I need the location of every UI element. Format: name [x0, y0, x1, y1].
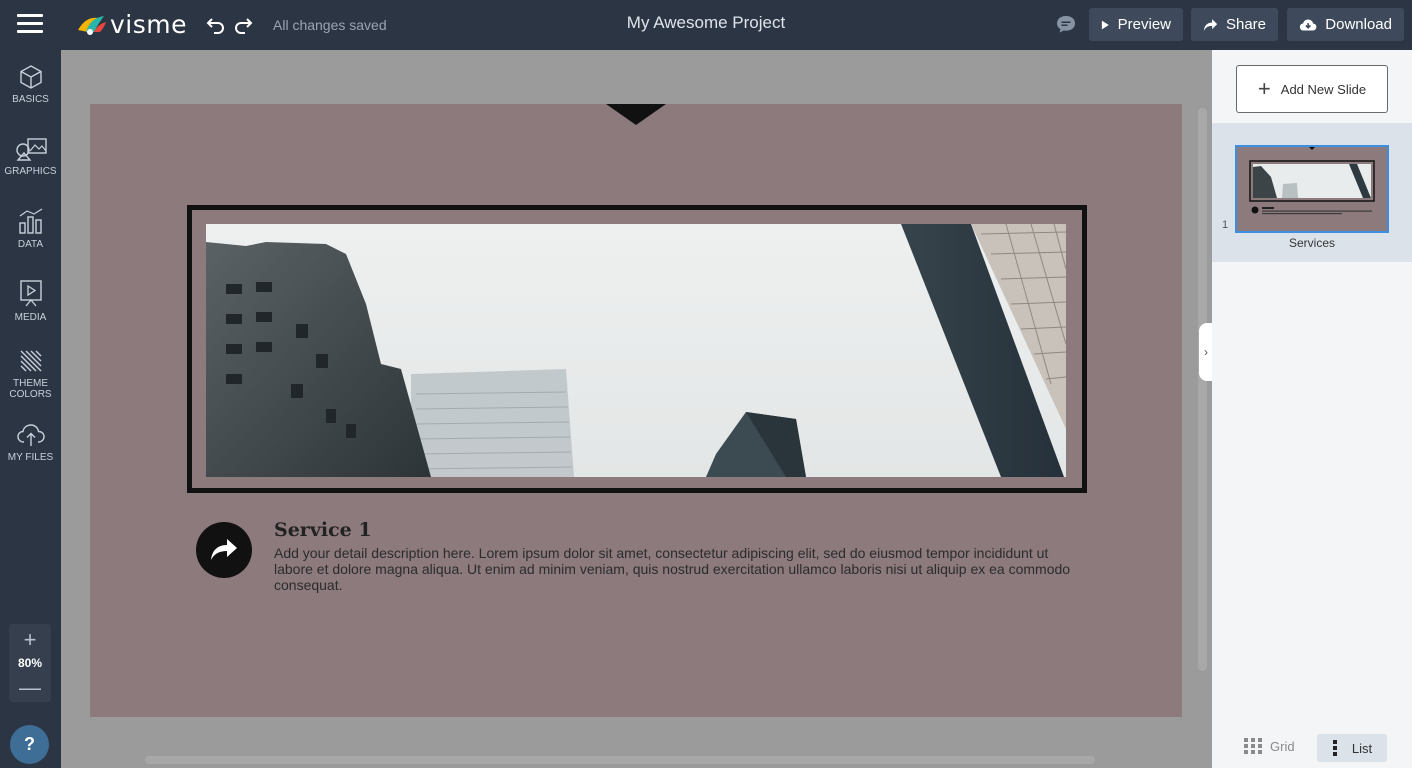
preview-button[interactable]: Preview: [1089, 8, 1183, 41]
sidebar-label-data: DATA: [17, 239, 44, 250]
zoom-out-button[interactable]: —: [9, 676, 51, 700]
slide-thumbnail[interactable]: [1235, 145, 1389, 233]
media-play-icon: [19, 280, 42, 307]
add-new-slide-button[interactable]: + Add New Slide: [1236, 65, 1388, 113]
sidebar-label-graphics: GRAPHICS: [4, 166, 57, 177]
share-button[interactable]: Share: [1191, 8, 1278, 41]
theme-colors-icon: [20, 350, 41, 372]
canvas-area: Service 1 Add your detail description he…: [61, 50, 1213, 768]
slide-thumbnail-item[interactable]: 1 Services: [1212, 123, 1412, 262]
top-bar: visme All changes saved My Awesome Proje…: [0, 0, 1412, 50]
sidebar-item-my-files[interactable]: MY FILES: [0, 422, 61, 463]
play-icon: [1101, 20, 1109, 29]
share-arrow-icon: [1203, 18, 1218, 31]
comment-icon[interactable]: [1055, 13, 1077, 35]
preview-label: Preview: [1117, 16, 1171, 33]
cube-icon: [19, 65, 42, 89]
undo-icon[interactable]: [205, 13, 227, 35]
save-status: All changes saved: [273, 17, 387, 33]
grid-view-button[interactable]: Grid: [1244, 738, 1295, 754]
slide-thumbnail-label: Services: [1288, 236, 1335, 250]
hamburger-menu-icon[interactable]: [17, 14, 43, 34]
service-share-arrow-icon[interactable]: [196, 522, 252, 578]
buildings-image: [206, 224, 1066, 477]
share-label: Share: [1225, 16, 1266, 33]
slides-panel: + Add New Slide 1 Services Grid List: [1212, 50, 1412, 768]
slide-top-triangle[interactable]: [606, 104, 666, 125]
logo-text: visme: [110, 9, 187, 39]
sidebar-label-colors: COLORS: [9, 389, 52, 400]
cloud-upload-icon: [16, 424, 45, 446]
sidebar-label-my-files: MY FILES: [7, 452, 54, 463]
sidebar-label-theme: THEME: [13, 378, 48, 389]
sidebar-item-basics[interactable]: BASICS: [0, 64, 61, 105]
help-button[interactable]: ?: [10, 725, 49, 764]
add-new-slide-label: Add New Slide: [1280, 81, 1367, 97]
redo-icon[interactable]: [232, 13, 254, 35]
download-label: Download: [1325, 16, 1392, 33]
download-button[interactable]: Download: [1287, 8, 1404, 41]
sidebar-item-graphics[interactable]: GRAPHICS: [0, 136, 61, 177]
sidebar-item-theme-colors[interactable]: THEME COLORS: [0, 348, 61, 400]
slide-canvas[interactable]: Service 1 Add your detail description he…: [90, 104, 1182, 717]
visme-logo-icon: [78, 16, 106, 35]
list-dots-icon: [1332, 740, 1337, 756]
slide-number: 1: [1222, 219, 1229, 231]
grid-icon: [1244, 738, 1262, 754]
project-title[interactable]: My Awesome Project: [627, 13, 785, 32]
slide-thumbnail-preview: [1237, 147, 1387, 231]
curved-arrow-icon: [211, 539, 237, 560]
visme-logo[interactable]: visme: [76, 9, 187, 39]
cloud-download-icon: [1299, 19, 1317, 30]
sidebar-label-media: MEDIA: [14, 312, 47, 323]
horizontal-scrollbar[interactable]: [145, 756, 1095, 764]
collapse-panel-chevron-icon[interactable]: ›: [1199, 323, 1213, 381]
service-title[interactable]: Service 1: [274, 519, 372, 541]
zoom-level[interactable]: 80%: [9, 656, 51, 670]
shapes-image-icon: [15, 138, 47, 161]
service-description[interactable]: Add your detail description here. Lorem …: [274, 545, 1084, 593]
image-frame[interactable]: [187, 205, 1087, 493]
zoom-control: + 80% —: [9, 624, 51, 702]
city-buildings-photo[interactable]: [206, 224, 1066, 477]
sidebar-item-data[interactable]: DATA: [0, 207, 61, 250]
sidebar-item-media[interactable]: MEDIA: [0, 278, 61, 323]
chart-icon: [18, 208, 42, 234]
sidebar-label-basics: BASICS: [12, 94, 49, 105]
zoom-in-button[interactable]: +: [9, 628, 51, 652]
plus-icon: +: [1257, 76, 1271, 101]
left-sidebar: BASICS GRAPHICS DATA MEDIA THEME COLORS …: [0, 50, 61, 768]
list-view-button[interactable]: List: [1317, 734, 1387, 762]
vertical-scrollbar[interactable]: [1198, 108, 1207, 671]
list-view-label: List: [1351, 740, 1373, 756]
grid-view-label: Grid: [1270, 738, 1295, 754]
